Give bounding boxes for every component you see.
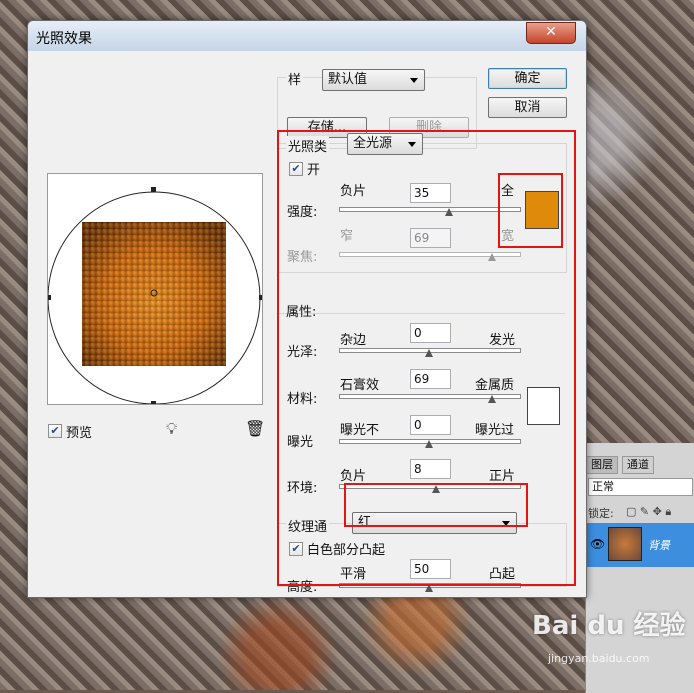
- preview-checkbox[interactable]: ✔: [48, 424, 62, 438]
- preview-area[interactable]: [47, 173, 263, 405]
- layer-thumbnail: [608, 527, 642, 561]
- light-bulb-icon[interactable]: 💡︎: [166, 419, 177, 439]
- layer-name: 背景: [648, 539, 670, 552]
- watermark-brand: Bai du 经验: [532, 611, 686, 641]
- style-label: 样: [286, 69, 304, 88]
- preview-label: 预览: [66, 426, 93, 441]
- highlight-box-color: [498, 173, 563, 248]
- lighting-effects-dialog: 光照效果 ✕ ✔ 预览 💡︎ 🗑︎ 样 默认值 存储... 删除 确定 取消 光…: [27, 20, 587, 598]
- tab-layers[interactable]: 图层: [586, 456, 618, 474]
- blend-mode-select[interactable]: 正常: [588, 478, 693, 496]
- layer-row-background[interactable]: 👁︎ 背景: [586, 523, 694, 567]
- lock-label: 锁定:: [588, 507, 614, 520]
- tab-channels[interactable]: 通道: [622, 456, 654, 474]
- dialog-title: 光照效果: [36, 31, 92, 47]
- eye-icon[interactable]: 👁︎: [590, 537, 605, 551]
- cancel-button[interactable]: 取消: [488, 97, 567, 118]
- highlight-box-texture: [344, 483, 528, 527]
- light-handle-right[interactable]: [259, 295, 262, 300]
- light-handle-top[interactable]: [151, 187, 156, 192]
- close-button[interactable]: ✕: [526, 22, 576, 44]
- trash-icon[interactable]: 🗑︎: [245, 419, 265, 438]
- watermark-url: jingyan.baidu.com: [548, 652, 650, 665]
- style-select[interactable]: 默认值: [322, 69, 425, 91]
- title-bar[interactable]: 光照效果 ✕: [28, 21, 586, 51]
- chevron-down-icon: [410, 78, 418, 83]
- light-handle-bottom[interactable]: [151, 401, 156, 404]
- preview-canvas: [48, 187, 262, 404]
- light-handle-left[interactable]: [48, 295, 51, 300]
- lock-icons[interactable]: ▢ ✎ ✥ 🔒︎: [626, 505, 671, 519]
- ok-button[interactable]: 确定: [488, 68, 567, 89]
